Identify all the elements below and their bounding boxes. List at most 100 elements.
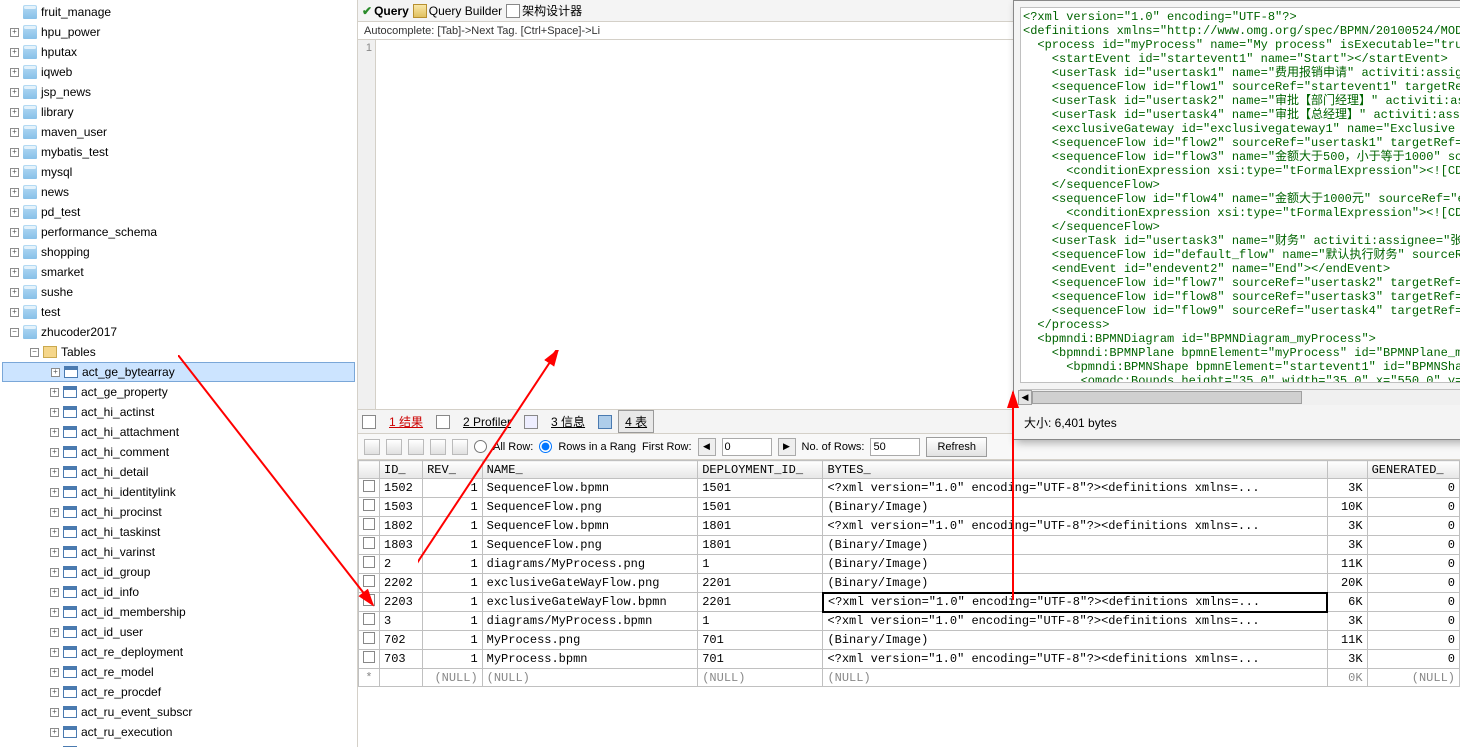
xml-content[interactable]: <?xml version="1.0" encoding="UTF-8"?> <… [1020,7,1460,383]
table-act_hi_comment[interactable]: +act_hi_comment [2,442,355,462]
expander-icon[interactable]: + [10,208,19,217]
tables-folder[interactable]: −Tables [2,342,355,362]
table-act_id_info[interactable]: +act_id_info [2,582,355,602]
expander-icon[interactable]: − [10,328,19,337]
table-row[interactable]: 22021exclusiveGateWayFlow.png2201 (Binar… [359,574,1460,593]
expander-icon[interactable]: + [50,688,59,697]
expander-icon[interactable]: + [50,408,59,417]
db-shopping[interactable]: +shopping [2,242,355,262]
table-act_hi_detail[interactable]: +act_hi_detail [2,462,355,482]
table-act_re_model[interactable]: +act_re_model [2,662,355,682]
data-grid[interactable]: ID_REV_NAME_DEPLOYMENT_ID_BYTES_ GENERATE… [358,460,1460,747]
expander-icon[interactable]: + [10,88,19,97]
expander-icon[interactable]: + [50,628,59,637]
expander-icon[interactable]: + [50,488,59,497]
new-row[interactable]: *(NULL)(NULL)(NULL)(NULL)0K(NULL) [359,669,1460,687]
column-header[interactable]: ID_ [380,461,423,479]
expander-icon[interactable]: + [10,108,19,117]
db-hputax[interactable]: +hputax [2,42,355,62]
table-row[interactable]: 18021SequenceFlow.bpmn1801 <?xml version… [359,517,1460,536]
expander-icon[interactable]: + [50,708,59,717]
expander-icon[interactable]: + [50,528,59,537]
expander-icon[interactable]: + [10,48,19,57]
table-act_ge_bytearray[interactable]: +act_ge_bytearray [2,362,355,382]
db-jsp_news[interactable]: +jsp_news [2,82,355,102]
expander-icon[interactable]: + [50,568,59,577]
row-checkbox[interactable] [363,480,375,492]
toolbar-icon-4[interactable] [430,439,446,455]
expander-icon[interactable]: + [50,668,59,677]
row-checkbox[interactable] [363,594,375,606]
table-act_hi_taskinst[interactable]: +act_hi_taskinst [2,522,355,542]
table-row[interactable]: 18031SequenceFlow.png1801 (Binary/Image)… [359,536,1460,555]
row-checkbox[interactable] [363,575,375,587]
db-maven_user[interactable]: +maven_user [2,122,355,142]
db-smarket[interactable]: +smarket [2,262,355,282]
table-act_hi_actinst[interactable]: +act_hi_actinst [2,402,355,422]
db-news[interactable]: +news [2,182,355,202]
scroll-thumb[interactable] [1032,391,1302,404]
table-row[interactable]: 22031exclusiveGateWayFlow.bpmn2201 <?xml… [359,593,1460,612]
toolbar-icon-5[interactable] [452,439,468,455]
db-sushe[interactable]: +sushe [2,282,355,302]
table-row[interactable]: 15031SequenceFlow.png1501 (Binary/Image)… [359,498,1460,517]
expander-icon[interactable]: + [10,168,19,177]
expander-icon[interactable]: + [51,368,60,377]
db-mysql[interactable]: +mysql [2,162,355,182]
db-fruit_manage[interactable]: fruit_manage [2,2,355,22]
table-act_ru_event_subscr[interactable]: +act_ru_event_subscr [2,702,355,722]
column-header[interactable]: NAME_ [482,461,698,479]
expander-icon[interactable]: + [10,228,19,237]
column-header[interactable]: BYTES_ [823,461,1327,479]
expander-icon[interactable]: + [10,28,19,37]
column-header[interactable]: GENERATED_ [1367,461,1459,479]
db-mybatis_test[interactable]: +mybatis_test [2,142,355,162]
expander-icon[interactable]: + [50,428,59,437]
table-row[interactable]: 15021SequenceFlow.bpmn1501 <?xml version… [359,479,1460,498]
expander-icon[interactable]: + [50,728,59,737]
first-row-next[interactable]: ▶ [778,438,796,456]
tab-profiler[interactable]: 2 Profiler [456,412,518,432]
table-row[interactable]: 31diagrams/MyProcess.bpmn1 <?xml version… [359,612,1460,631]
table-act_id_user[interactable]: +act_id_user [2,622,355,642]
column-header[interactable]: REV_ [423,461,483,479]
schema-designer-tab[interactable]: 架构设计器 [506,2,582,19]
db-hpu_power[interactable]: +hpu_power [2,22,355,42]
expander-icon[interactable]: + [10,68,19,77]
first-row-input[interactable] [722,438,772,456]
table-act_hi_varinst[interactable]: +act_hi_varinst [2,542,355,562]
query-builder-tab[interactable]: Query Builder [413,4,502,18]
table-row[interactable]: 7021MyProcess.png701 (Binary/Image)11K0 [359,631,1460,650]
db-iqweb[interactable]: +iqweb [2,62,355,82]
tab-info[interactable]: 3 信息 [544,410,592,433]
row-checkbox[interactable] [363,632,375,644]
all-row-radio[interactable] [474,440,487,453]
table-row[interactable]: 21diagrams/MyProcess.png1 (Binary/Image)… [359,555,1460,574]
expander-icon[interactable]: + [10,308,19,317]
expander-icon[interactable]: + [50,588,59,597]
column-header[interactable]: DEPLOYMENT_ID_ [698,461,823,479]
expander-icon[interactable]: + [10,248,19,257]
expander-icon[interactable]: + [10,128,19,137]
table-row[interactable]: 7031MyProcess.bpmn701 <?xml version="1.0… [359,650,1460,669]
expander-icon[interactable]: + [50,388,59,397]
table-act_re_deployment[interactable]: +act_re_deployment [2,642,355,662]
first-row-prev[interactable]: ◀ [698,438,716,456]
table-act_re_procdef[interactable]: +act_re_procdef [2,682,355,702]
column-header[interactable] [359,461,380,479]
expander-icon[interactable]: + [50,608,59,617]
expander-icon[interactable]: + [50,468,59,477]
db-test[interactable]: +test [2,302,355,322]
row-checkbox[interactable] [363,499,375,511]
table-act_id_group[interactable]: +act_id_group [2,562,355,582]
table-act_hi_identitylink[interactable]: +act_hi_identitylink [2,482,355,502]
toolbar-icon-2[interactable] [386,439,402,455]
row-checkbox[interactable] [363,537,375,549]
expander-icon[interactable]: + [50,648,59,657]
expander-icon[interactable]: + [10,148,19,157]
db-zhucoder2017[interactable]: −zhucoder2017 [2,322,355,342]
table-act_id_membership[interactable]: +act_id_membership [2,602,355,622]
expander-icon[interactable]: + [50,508,59,517]
rows-range-radio[interactable] [539,440,552,453]
refresh-button[interactable]: Refresh [926,437,987,457]
